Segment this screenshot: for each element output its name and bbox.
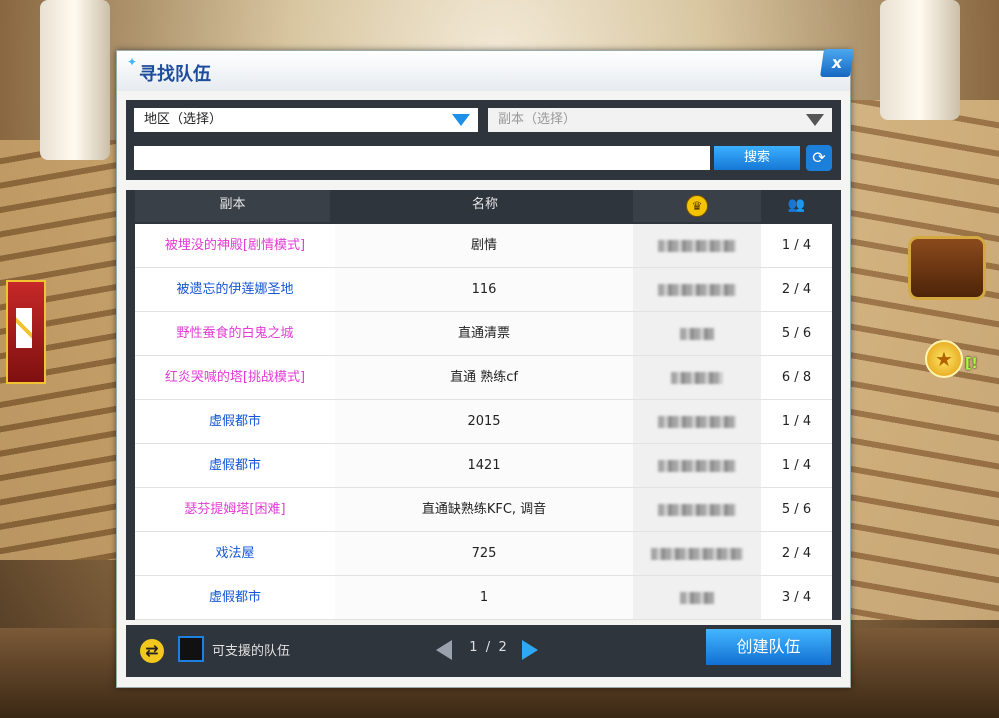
pagination: 1 / 2 xyxy=(436,638,546,662)
page-total: 2 xyxy=(498,640,507,655)
dungeon-select[interactable]: 副本（选择） xyxy=(488,108,832,132)
background-pillar xyxy=(40,0,110,160)
banner-decoration xyxy=(6,280,46,384)
blurred-leader-name xyxy=(658,503,736,516)
row-member-count: 6 / 8 xyxy=(781,370,812,385)
table-row[interactable]: 野性蚕食的白鬼之城 直通清票 5 / 6 xyxy=(135,312,832,356)
row-party-name: 剧情 xyxy=(335,224,633,267)
dungeon-select-value: 副本（选择） xyxy=(498,112,577,127)
table-row[interactable]: 红炎哭喊的塔[挑战模式] 直通 熟练cf 6 / 8 xyxy=(135,356,832,400)
chevron-down-icon xyxy=(806,114,824,126)
create-party-button[interactable]: 创建队伍 xyxy=(706,629,831,665)
blurred-leader-name xyxy=(680,327,714,340)
row-dungeon: 红炎哭喊的塔[挑战模式] xyxy=(164,370,306,385)
blurred-leader-name xyxy=(651,547,743,560)
footer-bar: ⇄ 可支援的队伍 1 / 2 创建队伍 xyxy=(126,625,841,677)
cycle-icon[interactable]: ⇄ xyxy=(140,639,164,663)
search-button[interactable]: 搜索 xyxy=(714,146,800,170)
refresh-icon: ⟳ xyxy=(812,148,826,167)
page-indicator: 1 / 2 xyxy=(458,640,518,655)
row-member-count: 5 / 6 xyxy=(781,502,812,517)
row-dungeon: 戏法屋 xyxy=(215,546,255,561)
blurred-leader-name xyxy=(671,371,723,384)
row-party-name: 直通清票 xyxy=(335,312,633,355)
row-dungeon: 虚假都市 xyxy=(208,458,261,473)
row-member-count: 3 / 4 xyxy=(781,590,812,605)
chest-icon[interactable] xyxy=(908,236,986,300)
row-party-name: 2015 xyxy=(335,400,633,443)
row-member-count: 1 / 4 xyxy=(781,414,812,429)
party-table: 副本 名称 ♛ 👥 被埋没的神殿[剧情模式] 剧情 1 / 4 被遗忘的伊莲娜圣地 11… xyxy=(126,190,841,620)
table-header: 副本 名称 ♛ 👥 xyxy=(126,190,841,222)
blurred-leader-name xyxy=(658,415,736,428)
search-input[interactable] xyxy=(134,146,710,170)
row-leader-blurred xyxy=(633,224,761,267)
filter-panel: 地区（选择） 副本（选择） 搜索 ⟳ xyxy=(126,100,841,180)
blurred-leader-name xyxy=(658,459,736,472)
star-icon[interactable]: ★ xyxy=(925,340,963,378)
table-row[interactable]: 瑟芬提姆塔[困难] 直通缺熟练KFC, 调音 5 / 6 xyxy=(135,488,832,532)
row-member-count: 2 / 4 xyxy=(781,546,812,561)
chevron-down-icon xyxy=(452,114,470,126)
next-page-icon[interactable] xyxy=(522,640,538,660)
row-leader-blurred xyxy=(633,268,761,311)
row-member-count: 2 / 4 xyxy=(781,282,812,297)
title-bar: ✦ 寻找队伍 x xyxy=(117,49,854,91)
find-party-window: ✦ 寻找队伍 x 地区（选择） 副本（选择） 搜索 ⟳ 副本 名称 ♛ 👥 被埋… xyxy=(116,49,854,688)
row-party-name: 1421 xyxy=(335,444,633,487)
blurred-leader-name xyxy=(658,283,736,296)
page-separator: / xyxy=(485,640,491,655)
column-header-dungeon[interactable]: 副本 xyxy=(135,190,330,222)
table-row[interactable]: 被埋没的神殿[剧情模式] 剧情 1 / 4 xyxy=(135,224,832,268)
refresh-button[interactable]: ⟳ xyxy=(806,145,832,171)
region-select[interactable]: 地区（选择） xyxy=(134,108,478,132)
supportable-checkbox[interactable] xyxy=(178,636,204,662)
table-row[interactable]: 虚假都市 1421 1 / 4 xyxy=(135,444,832,488)
row-party-name: 直通 熟练cf xyxy=(335,356,633,399)
row-member-count: 1 / 4 xyxy=(781,238,812,253)
side-hint-text: [! xyxy=(965,356,978,372)
row-party-name: 直通缺熟练KFC, 调音 xyxy=(335,488,633,531)
close-button[interactable]: x xyxy=(820,49,854,77)
table-row[interactable]: 被遗忘的伊莲娜圣地 116 2 / 4 xyxy=(135,268,832,312)
row-dungeon: 野性蚕食的白鬼之城 xyxy=(176,326,294,341)
column-header-name[interactable]: 名称 xyxy=(335,190,635,222)
supportable-label: 可支援的队伍 xyxy=(212,644,291,659)
row-leader-blurred xyxy=(633,356,761,399)
row-dungeon: 被遗忘的伊莲娜圣地 xyxy=(176,282,294,297)
row-dungeon: 虚假都市 xyxy=(208,414,261,429)
row-leader-blurred xyxy=(633,400,761,443)
window-title: 寻找队伍 xyxy=(139,64,211,85)
row-leader-blurred xyxy=(633,488,761,531)
prev-page-icon[interactable] xyxy=(436,640,452,660)
row-leader-blurred xyxy=(633,576,761,619)
table-row[interactable]: 戏法屋 725 2 / 4 xyxy=(135,532,832,576)
column-header-members[interactable]: 👥 xyxy=(761,190,832,222)
blurred-leader-name xyxy=(680,591,714,604)
page-current: 1 xyxy=(469,640,478,655)
table-body: 被埋没的神殿[剧情模式] 剧情 1 / 4 被遗忘的伊莲娜圣地 116 2 / 4 野性蚕食… xyxy=(135,224,832,620)
row-party-name: 725 xyxy=(335,532,633,575)
crown-icon: ♛ xyxy=(686,195,708,217)
column-header-leader[interactable]: ♛ xyxy=(633,190,761,222)
table-row[interactable]: 虚假都市 1 3 / 4 xyxy=(135,576,832,620)
row-dungeon: 被埋没的神殿[剧情模式] xyxy=(164,238,306,253)
row-member-count: 1 / 4 xyxy=(781,458,812,473)
row-leader-blurred xyxy=(633,444,761,487)
row-party-name: 1 xyxy=(335,576,633,619)
row-member-count: 5 / 6 xyxy=(781,326,812,341)
table-row[interactable]: 虚假都市 2015 1 / 4 xyxy=(135,400,832,444)
sparkle-icon: ✦ xyxy=(127,55,138,69)
row-party-name: 116 xyxy=(335,268,633,311)
background-pillar xyxy=(880,0,960,120)
row-dungeon: 虚假都市 xyxy=(208,590,261,605)
close-icon: x xyxy=(830,53,844,72)
people-icon: 👥 xyxy=(787,197,806,213)
row-dungeon: 瑟芬提姆塔[困难] xyxy=(184,502,286,517)
row-leader-blurred xyxy=(633,312,761,355)
blurred-leader-name xyxy=(658,239,736,252)
row-leader-blurred xyxy=(633,532,761,575)
region-select-value: 地区（选择） xyxy=(144,112,223,127)
